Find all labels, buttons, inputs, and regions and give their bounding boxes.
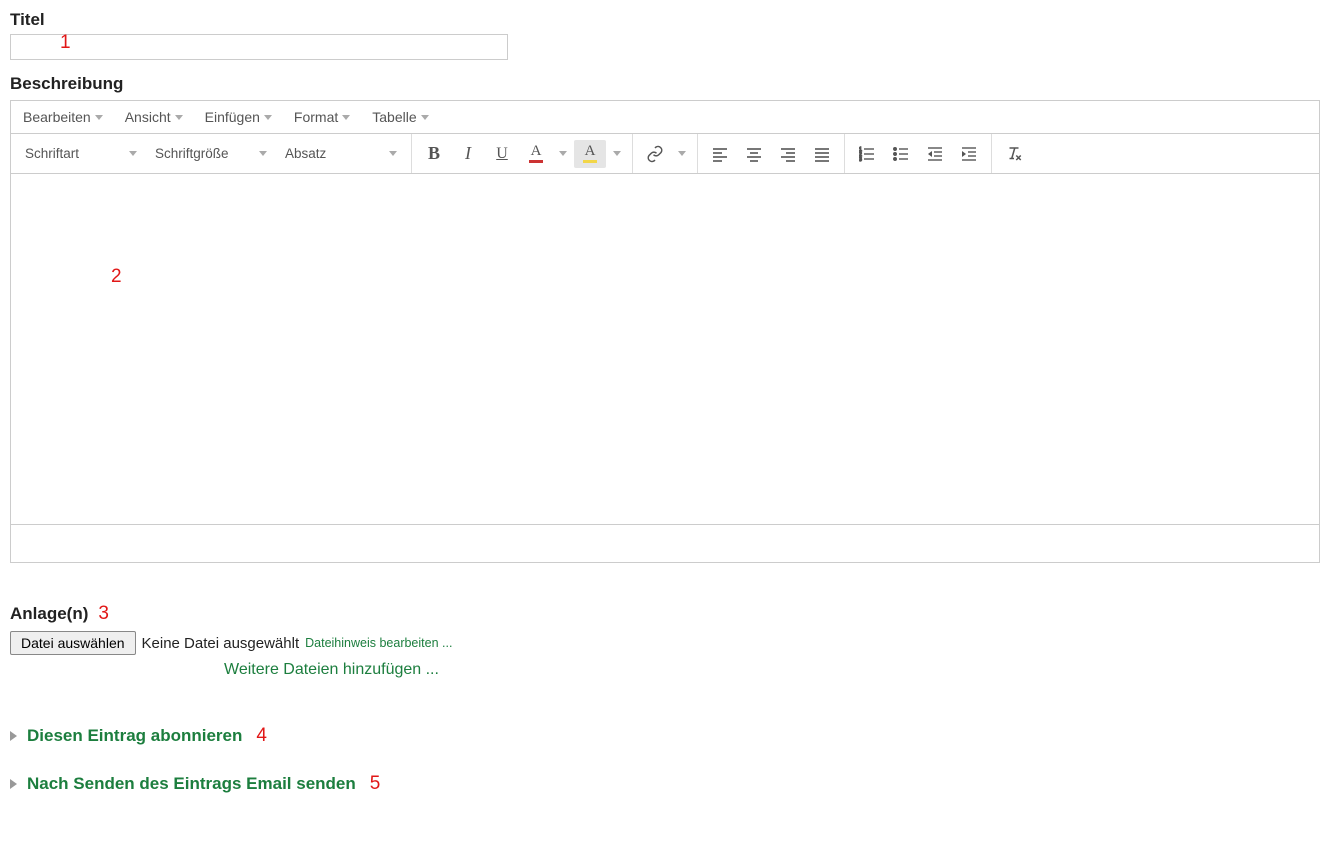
align-right-button[interactable] [772, 140, 804, 168]
caret-down-icon [264, 115, 272, 120]
menu-edit-label: Bearbeiten [23, 109, 91, 125]
svg-text:3: 3 [859, 157, 862, 162]
italic-button[interactable]: I [452, 140, 484, 168]
block-format-select[interactable]: Absatz [277, 140, 405, 168]
caret-down-icon [175, 115, 183, 120]
caret-down-icon [129, 151, 137, 156]
caret-down-icon [559, 151, 567, 156]
align-left-button[interactable] [704, 140, 736, 168]
add-more-files-link[interactable]: Weitere Dateien hinzufügen ... [224, 661, 1320, 679]
insert-link-dropdown[interactable] [673, 151, 691, 156]
font-family-label: Schriftart [25, 146, 79, 161]
menu-table[interactable]: Tabelle [372, 109, 428, 125]
text-color-button[interactable]: A [520, 140, 552, 168]
editor-toolbar: Schriftart Schriftgröße Absatz B I U A A [11, 134, 1319, 174]
indent-button[interactable] [953, 140, 985, 168]
background-color-dropdown[interactable] [608, 151, 626, 156]
font-size-select[interactable]: Schriftgröße [147, 140, 275, 168]
clear-formatting-button[interactable] [998, 140, 1030, 168]
attachments-label: Anlage(n) [10, 604, 88, 624]
triangle-right-icon [10, 731, 17, 741]
rich-text-editor: Bearbeiten Ansicht Einfügen Format Tabel… [10, 100, 1320, 563]
unordered-list-button[interactable] [885, 140, 917, 168]
caret-down-icon [342, 115, 350, 120]
menu-view[interactable]: Ansicht [125, 109, 183, 125]
caret-down-icon [259, 151, 267, 156]
bold-button[interactable]: B [418, 140, 450, 168]
block-format-label: Absatz [285, 146, 326, 161]
annotation-4: 4 [256, 725, 267, 747]
caret-down-icon [389, 151, 397, 156]
annotation-2: 2 [111, 266, 122, 288]
menu-insert[interactable]: Einfügen [205, 109, 272, 125]
description-label: Beschreibung [10, 74, 1320, 94]
text-color-dropdown[interactable] [554, 151, 572, 156]
font-size-label: Schriftgröße [155, 146, 229, 161]
caret-down-icon [421, 115, 429, 120]
no-file-selected-text: Keine Datei ausgewählt [142, 635, 300, 652]
annotation-5: 5 [370, 773, 381, 795]
menu-format-label: Format [294, 109, 338, 125]
caret-down-icon [613, 151, 621, 156]
menu-table-label: Tabelle [372, 109, 416, 125]
edit-file-hint-link[interactable]: Dateihinweis bearbeiten ... [305, 636, 452, 650]
ordered-list-button[interactable]: 123 [851, 140, 883, 168]
menu-insert-label: Einfügen [205, 109, 260, 125]
background-color-button[interactable]: A [574, 140, 606, 168]
menu-view-label: Ansicht [125, 109, 171, 125]
font-family-select[interactable]: Schriftart [17, 140, 145, 168]
choose-file-button[interactable]: Datei auswählen [10, 631, 136, 655]
editor-statusbar [11, 524, 1319, 562]
title-input[interactable] [10, 34, 508, 60]
align-justify-button[interactable] [806, 140, 838, 168]
menu-edit[interactable]: Bearbeiten [23, 109, 103, 125]
editor-menubar: Bearbeiten Ansicht Einfügen Format Tabel… [11, 101, 1319, 134]
send-email-after-submit-toggle[interactable]: Nach Senden des Eintrags Email senden [27, 774, 356, 794]
caret-down-icon [678, 151, 686, 156]
menu-format[interactable]: Format [294, 109, 350, 125]
title-label: Titel [10, 10, 1320, 30]
annotation-3: 3 [98, 603, 109, 625]
subscribe-entry-toggle[interactable]: Diesen Eintrag abonnieren [27, 726, 242, 746]
caret-down-icon [95, 115, 103, 120]
editor-content-area[interactable]: 2 [11, 174, 1319, 524]
underline-button[interactable]: U [486, 140, 518, 168]
align-center-button[interactable] [738, 140, 770, 168]
triangle-right-icon [10, 779, 17, 789]
insert-link-button[interactable] [639, 140, 671, 168]
outdent-button[interactable] [919, 140, 951, 168]
